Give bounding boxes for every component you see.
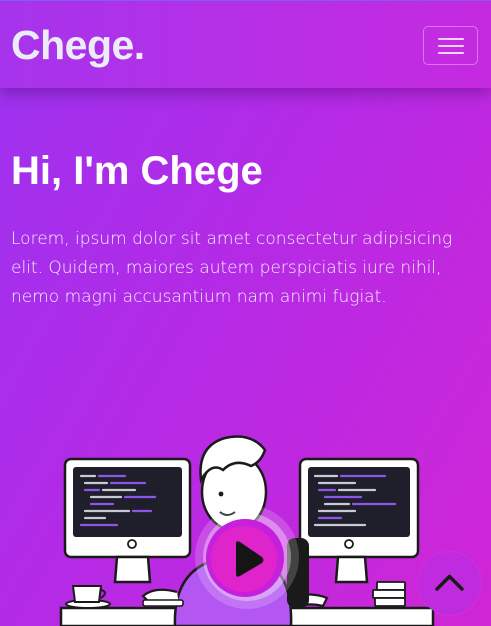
play-video-button[interactable]: [193, 503, 301, 611]
navbar-toggle-button[interactable]: [423, 26, 478, 65]
left-monitor-icon: [63, 457, 192, 584]
coffee-cup-icon: [65, 585, 111, 609]
navbar: Chege.: [0, 0, 491, 88]
hamburger-menu-icon: [438, 38, 464, 40]
right-monitor-icon: [298, 457, 420, 584]
book-stack-icon: [372, 581, 406, 607]
brand-logo[interactable]: Chege.: [11, 21, 145, 69]
hero-description: Lorem, ipsum dolor sit amet consectetur …: [11, 229, 453, 307]
hamburger-menu-icon-line: [438, 52, 464, 54]
scroll-to-top-button[interactable]: [418, 552, 481, 615]
play-icon: [195, 505, 299, 609]
chevron-up-icon: [435, 574, 464, 591]
hamburger-menu-icon-line: [438, 45, 464, 47]
hero-title: Hi, I'm Chege: [11, 149, 263, 193]
